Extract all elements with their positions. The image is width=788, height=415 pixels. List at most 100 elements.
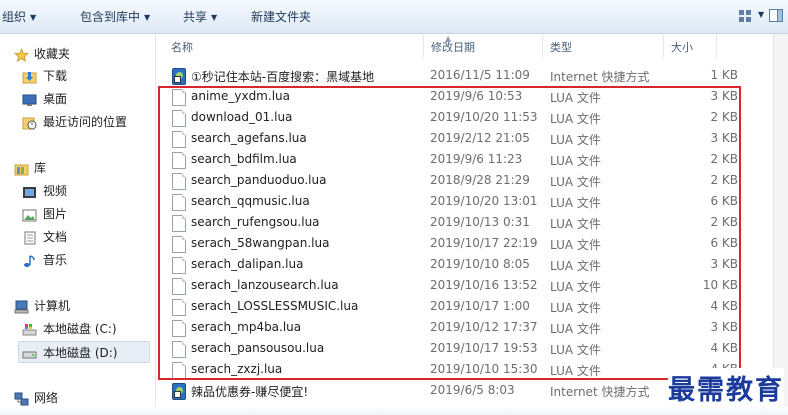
file-icon [172, 110, 186, 127]
file-name: serach_LOSSLESSMUSIC.lua [191, 299, 359, 313]
file-type: LUA 文件 [550, 322, 601, 336]
new-folder-button[interactable]: 新建文件夹 [251, 9, 311, 25]
computer-icon [14, 299, 29, 314]
file-date-modified: 2019/9/6 10:53 [430, 89, 523, 103]
file-icon [172, 194, 186, 211]
file-type: LUA 文件 [550, 364, 601, 378]
status-bar-edge [0, 407, 788, 415]
file-row[interactable]: ①秒记住本站-百度搜索：黑域基地 2016/11/5 11:09 Internet … [166, 66, 742, 87]
vertical-scrollbar[interactable] [773, 34, 788, 415]
column-header: ▲ 名称 修改日期 类型 大小 [156, 34, 756, 58]
internet-shortcut-icon [172, 68, 186, 85]
command-bar: 组织 ▼ 包含到库中 ▼ 共享 ▼ 新建文件夹 ▼ [0, 0, 788, 34]
documents-icon [22, 230, 37, 245]
nav-documents-label: 文档 [43, 230, 68, 244]
include-in-library-button[interactable]: 包含到库中 ▼ [80, 9, 150, 25]
file-row[interactable]: search_qqmusic.lua 2019/10/20 13:01 LUA 文件… [166, 192, 742, 213]
file-icon [172, 215, 186, 232]
share-button[interactable]: 共享 ▼ [183, 9, 217, 25]
desktop-icon [22, 92, 37, 106]
file-date-modified: 2019/10/16 13:52 [430, 278, 538, 292]
file-row[interactable]: anime_yxdm.lua 2019/9/6 10:53 LUA 文件 3 KB [166, 87, 742, 108]
file-name: serach_mp4ba.lua [191, 320, 302, 334]
file-icon [172, 173, 186, 190]
organize-button[interactable]: 组织 ▼ [2, 9, 36, 25]
file-type: LUA 文件 [550, 217, 601, 231]
file-type: Internet 快捷方式 [550, 385, 650, 399]
file-date-modified: 2019/10/12 17:37 [430, 320, 538, 334]
file-row[interactable]: download_01.lua 2019/10/20 11:53 LUA 文件 2 K… [166, 108, 742, 129]
file-type: LUA 文件 [550, 196, 601, 210]
file-size: 2 KB [710, 110, 738, 124]
file-row[interactable]: serach_mp4ba.lua 2019/10/12 17:37 LUA 文件 3 … [166, 318, 742, 339]
file-row[interactable]: serach_dalipan.lua 2019/10/10 8:05 LUA 文件 3… [166, 255, 742, 276]
file-row[interactable]: 辣品优惠券-赚尽便宜!2019/6/5 8:03Internet 快捷方式1 K… [166, 381, 742, 402]
nav-drive-c-label: 本地磁盘 (C:) [43, 322, 117, 336]
file-name: 辣品优惠券-赚尽便宜! [191, 385, 309, 399]
file-name: search_panduoduo.lua [191, 173, 327, 187]
nav-drive-d[interactable]: 本地磁盘 (D:) [18, 341, 150, 363]
file-row[interactable]: search_rufengsou.lua 2019/10/13 0:31 LUA 文… [166, 213, 742, 234]
pane-divider[interactable] [155, 34, 156, 415]
file-date-modified: 2018/9/28 21:29 [430, 173, 530, 187]
column-divider[interactable] [663, 34, 664, 58]
nav-videos-label: 视频 [43, 184, 68, 198]
file-size: 4 KB [710, 341, 738, 355]
file-name: serach_dalipan.lua [191, 257, 304, 271]
nav-downloads-label: 下载 [43, 69, 68, 83]
file-row[interactable]: serach_LOSSLESSMUSIC.lua 2019/10/17 1:00 L… [166, 297, 742, 318]
file-name: serach_lanzousearch.lua [191, 278, 339, 292]
file-row[interactable]: serach_pansousou.lua 2019/10/17 19:53 LUA … [166, 339, 742, 360]
file-icon [172, 89, 186, 106]
nav-pictures-label: 图片 [43, 207, 68, 221]
windows-drive-icon [22, 322, 37, 336]
file-icon [172, 236, 186, 253]
nav-desktop-label: 桌面 [43, 92, 68, 106]
hard-drive-icon [22, 346, 37, 360]
column-type[interactable]: 类型 [550, 39, 572, 55]
chevron-down-icon: ▼ [211, 12, 218, 22]
file-icon [172, 152, 186, 169]
file-date-modified: 2019/10/17 1:00 [430, 299, 530, 313]
watermark: 最需教育 [668, 368, 784, 407]
file-row[interactable]: serach_58wangpan.lua 2019/10/17 22:19 LUA … [166, 234, 742, 255]
file-type: LUA 文件 [550, 154, 601, 168]
column-size[interactable]: 大小 [671, 39, 693, 55]
file-date-modified: 2019/10/20 13:01 [430, 194, 538, 208]
file-icon [172, 131, 186, 148]
file-name: search_agefans.lua [191, 131, 307, 145]
network-icon [14, 391, 29, 406]
video-icon [22, 184, 37, 198]
recent-places-icon [22, 115, 37, 130]
include-library-label: 包含到库中 [80, 10, 141, 24]
preview-pane-icon[interactable] [768, 8, 784, 24]
change-view-icon[interactable] [737, 8, 753, 24]
file-row[interactable]: search_bdfilm.lua 2019/9/6 11:23 LUA 文件 2 K… [166, 150, 742, 171]
file-date-modified: 2019/9/6 11:23 [430, 152, 523, 166]
file-name: search_bdfilm.lua [191, 152, 297, 166]
nav-music-label: 音乐 [43, 253, 68, 267]
file-type: LUA 文件 [550, 133, 601, 147]
file-row[interactable]: serach_zxzj.lua2019/10/10 15:30LUA 文件4 K… [166, 360, 742, 381]
file-row[interactable]: search_agefans.lua 2019/2/12 21:05 LUA 文件 3… [166, 129, 742, 150]
file-type: LUA 文件 [550, 259, 601, 273]
file-size: 3 KB [710, 257, 738, 271]
column-date-modified[interactable]: 修改日期 [431, 39, 475, 55]
file-icon [172, 257, 186, 274]
column-divider[interactable] [423, 34, 424, 58]
organize-label: 组织 [2, 10, 27, 24]
star-icon [13, 47, 30, 62]
column-divider[interactable] [542, 34, 543, 58]
file-row[interactable]: search_panduoduo.lua 2018/9/28 21:29 LUA 文… [166, 171, 742, 192]
file-size: 6 KB [710, 194, 738, 208]
file-name: download_01.lua [191, 110, 293, 124]
chevron-down-icon: ▼ [30, 12, 37, 22]
file-type: LUA 文件 [550, 175, 601, 189]
chevron-down-icon: ▼ [144, 12, 151, 22]
column-divider[interactable] [716, 34, 717, 58]
file-type: LUA 文件 [550, 343, 601, 357]
file-date-modified: 2019/10/17 19:53 [430, 341, 538, 355]
file-row[interactable]: serach_lanzousearch.lua 2019/10/16 13:52 L… [166, 276, 742, 297]
pictures-icon [22, 207, 37, 222]
column-name[interactable]: 名称 [171, 39, 193, 55]
